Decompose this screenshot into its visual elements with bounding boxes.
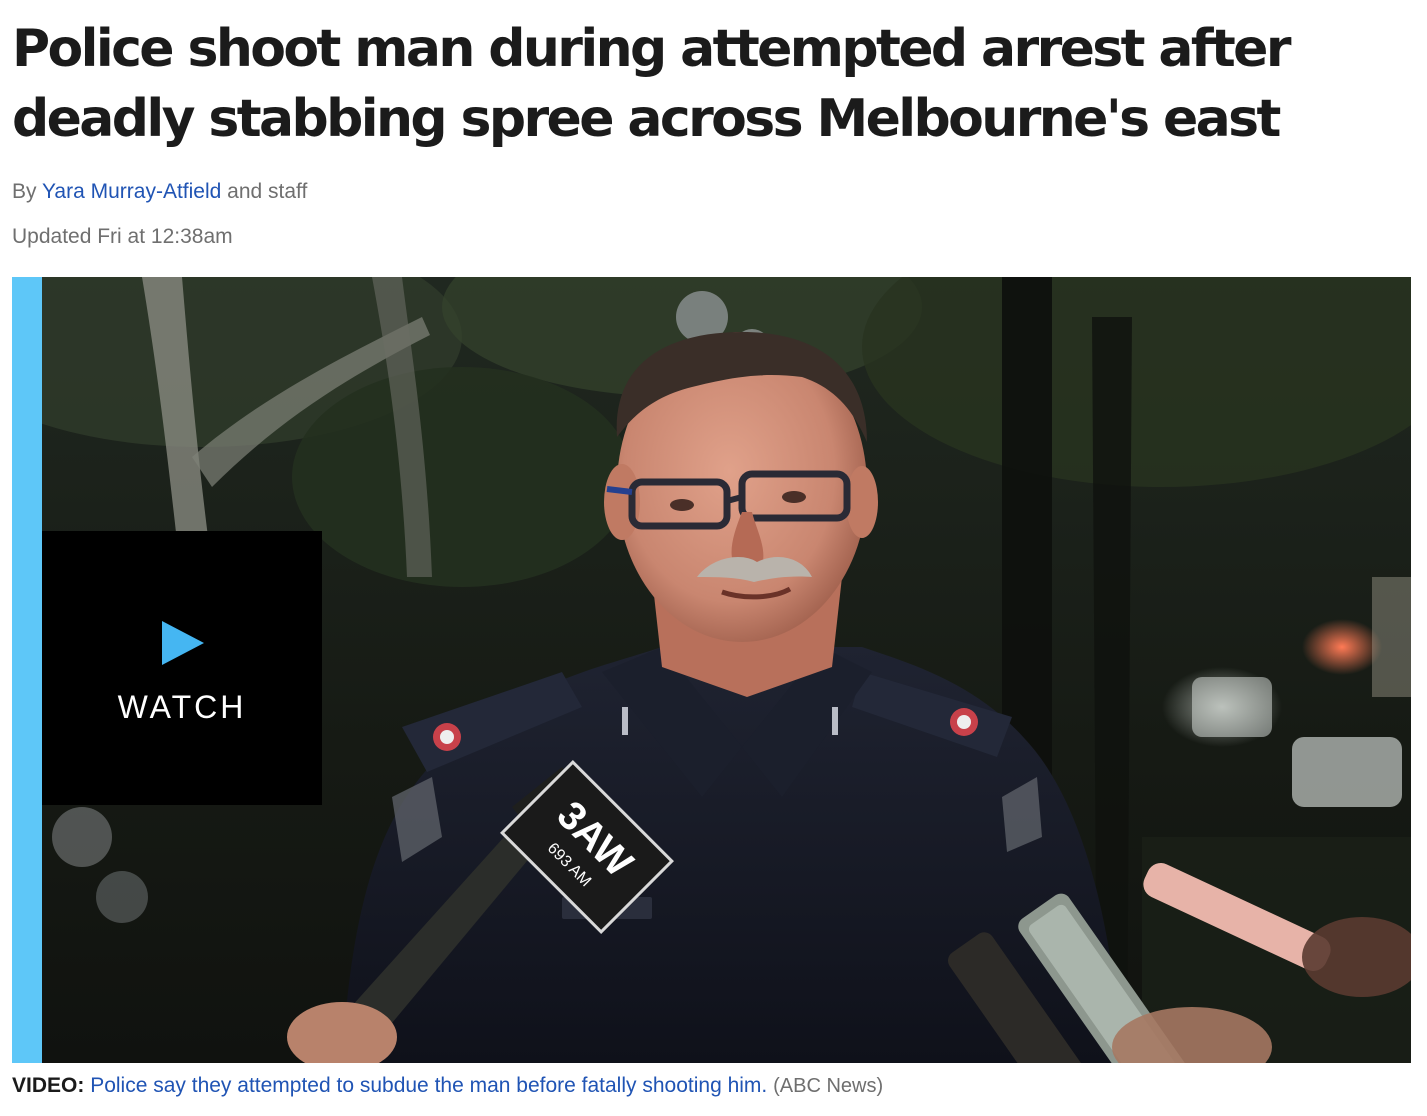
byline-suffix: and staff — [227, 180, 308, 203]
updated-timestamp: Updated Fri at 12:38am — [12, 225, 233, 248]
byline: By Yara Murray-Atfield and staff — [12, 180, 307, 204]
caption-link[interactable]: Police say they attempted to subdue the … — [90, 1074, 767, 1097]
author-link[interactable]: Yara Murray-Atfield — [42, 180, 221, 203]
play-triangle-icon — [162, 621, 204, 665]
video-caption: VIDEO: Police say they attempted to subd… — [12, 1074, 883, 1098]
caption-source: (ABC News) — [773, 1075, 884, 1097]
watch-label: WATCH — [117, 689, 247, 725]
caption-label: VIDEO: — [12, 1074, 85, 1097]
article-page: Police shoot man during attempted arrest… — [0, 0, 1427, 1116]
video-player[interactable]: 3AW 693 AM WATCH — [12, 277, 1411, 1063]
byline-prefix: By — [12, 180, 37, 203]
watch-button[interactable]: WATCH — [42, 531, 322, 805]
article-headline: Police shoot man during attempted arrest… — [12, 19, 1291, 149]
video-accent-bar — [12, 277, 42, 1063]
